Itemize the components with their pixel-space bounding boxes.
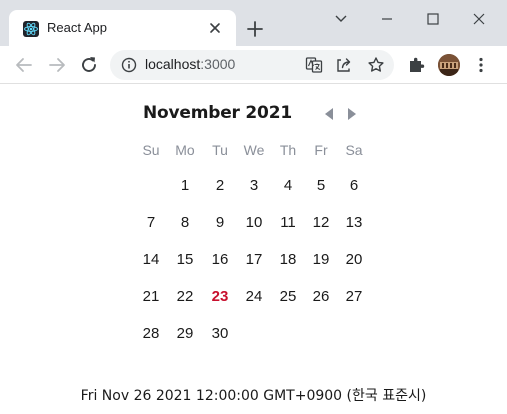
day-cell[interactable]: 18 xyxy=(271,251,305,273)
browser-tab[interactable]: React App xyxy=(9,10,236,46)
day-cell[interactable]: 29 xyxy=(168,325,202,347)
day-cell[interactable]: 26 xyxy=(304,288,338,310)
reload-icon[interactable] xyxy=(78,54,100,76)
day-cell[interactable]: 19 xyxy=(304,251,338,273)
day-cell[interactable]: 21 xyxy=(134,288,168,310)
maximize-icon[interactable] xyxy=(423,9,443,29)
calendar-header: November 2021 xyxy=(0,103,507,127)
profile-avatar[interactable] xyxy=(438,54,460,76)
day-cell[interactable]: 6 xyxy=(337,177,371,199)
day-cell[interactable]: 11 xyxy=(271,214,305,236)
url-host: localhost xyxy=(145,56,201,72)
day-cell[interactable]: 22 xyxy=(168,288,202,310)
day-cell[interactable]: 9 xyxy=(203,214,237,236)
day-cell[interactable]: 14 xyxy=(134,251,168,273)
day-cell[interactable]: 2 xyxy=(203,177,237,199)
day-cell[interactable]: 30 xyxy=(203,325,237,347)
month-title: November 2021 xyxy=(143,103,292,123)
weekday-label: We xyxy=(243,142,265,158)
bookmark-star-icon[interactable] xyxy=(367,56,385,74)
day-cell[interactable]: 27 xyxy=(337,288,371,310)
day-cell[interactable]: 10 xyxy=(237,214,271,236)
day-cell[interactable]: 17 xyxy=(237,251,271,273)
day-cell[interactable]: 4 xyxy=(271,177,305,199)
close-window-icon[interactable] xyxy=(469,9,489,29)
day-cell[interactable]: 12 xyxy=(304,214,338,236)
day-cell[interactable]: 5 xyxy=(304,177,338,199)
extensions-puzzle-icon[interactable] xyxy=(407,55,427,75)
url-port: :3000 xyxy=(200,56,236,72)
day-cell[interactable]: 15 xyxy=(168,251,202,273)
new-tab-icon[interactable] xyxy=(246,20,264,38)
weekday-label: Fr xyxy=(314,142,328,158)
url-text[interactable]: localhost:3000 xyxy=(145,56,235,72)
site-info-icon[interactable] xyxy=(121,57,137,73)
next-month-icon[interactable] xyxy=(346,107,358,121)
day-cell[interactable]: 25 xyxy=(271,288,305,310)
address-bar[interactable]: localhost:3000 xyxy=(110,50,394,80)
weekday-label: Sa xyxy=(345,142,363,158)
tab-title: React App xyxy=(47,20,107,35)
avatar-image-icon xyxy=(438,54,460,76)
more-menu-icon[interactable] xyxy=(471,55,491,75)
minimize-icon[interactable] xyxy=(377,9,397,29)
browser-titlebar: React App xyxy=(0,0,507,46)
selected-date-text: Fri Nov 26 2021 12:00:00 GMT+0900 (한국 표준… xyxy=(80,388,427,404)
day-cell[interactable]: 8 xyxy=(168,214,202,236)
share-icon[interactable] xyxy=(335,56,353,74)
react-logo-icon xyxy=(23,21,39,37)
day-cell[interactable]: 16 xyxy=(203,251,237,273)
translate-icon[interactable] xyxy=(305,56,323,74)
forward-arrow-icon[interactable] xyxy=(46,54,68,76)
day-cell[interactable]: 28 xyxy=(134,325,168,347)
day-cell[interactable]: 13 xyxy=(337,214,371,236)
weekday-label: Su xyxy=(142,142,160,158)
weekday-label: Mo xyxy=(175,142,195,158)
tab-close-icon[interactable] xyxy=(207,20,223,36)
weekday-label: Tu xyxy=(212,142,228,158)
previous-month-icon[interactable] xyxy=(323,107,335,121)
back-arrow-icon[interactable] xyxy=(13,54,35,76)
day-cell[interactable]: 7 xyxy=(134,214,168,236)
weekday-label: Th xyxy=(279,142,297,158)
chevron-down-icon[interactable] xyxy=(331,9,351,29)
day-cell[interactable]: 20 xyxy=(337,251,371,273)
day-cell-today[interactable]: 23 xyxy=(203,288,237,310)
day-cell[interactable]: 1 xyxy=(168,177,202,199)
day-cell[interactable]: 3 xyxy=(237,177,271,199)
browser-toolbar: localhost:3000 xyxy=(0,46,507,84)
day-cell[interactable]: 24 xyxy=(237,288,271,310)
